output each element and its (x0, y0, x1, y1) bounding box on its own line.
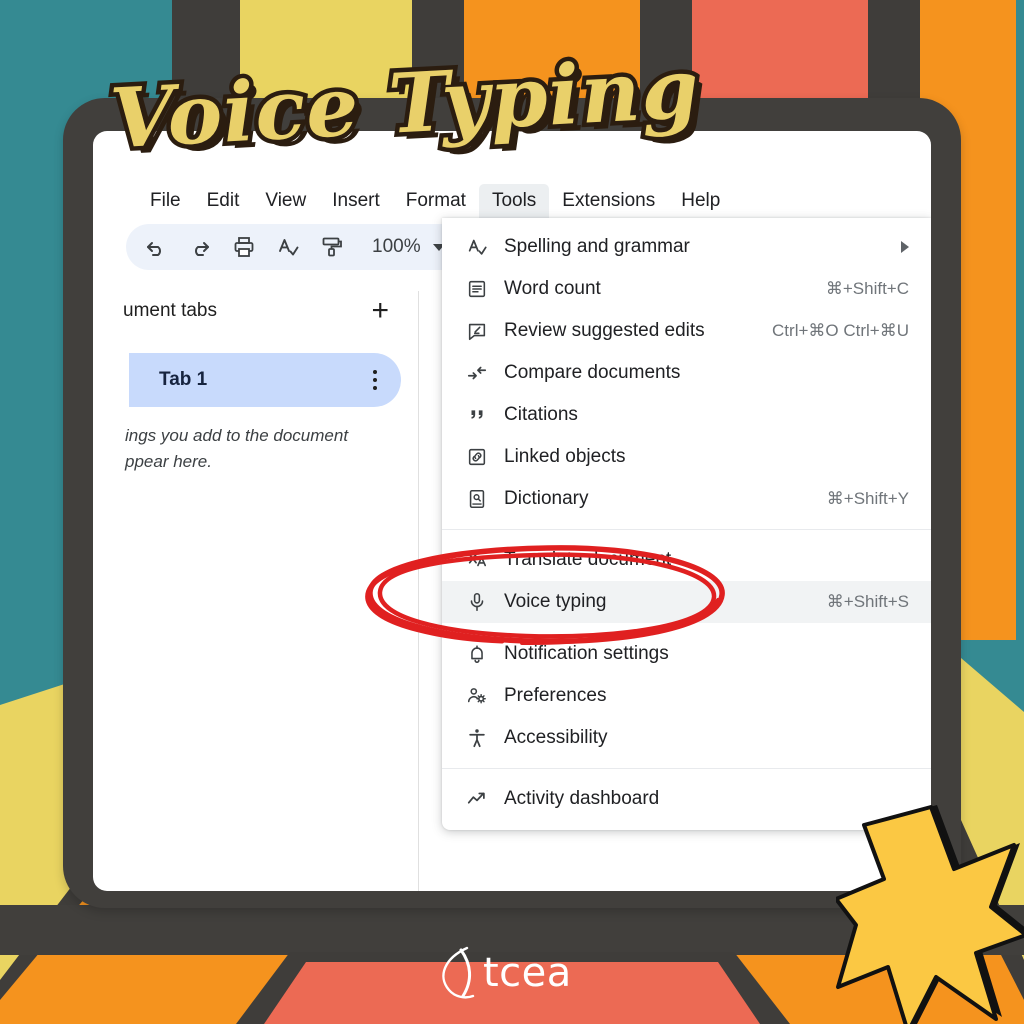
paint-format-icon (322, 237, 342, 257)
paint-format-button[interactable] (312, 227, 352, 267)
document-tabs-title: ument tabs (123, 300, 217, 321)
microphone-icon (464, 590, 490, 614)
dictionary-icon (464, 487, 490, 511)
menu-item-label: Linked objects (504, 446, 626, 467)
print-icon (234, 237, 254, 257)
accessibility-icon (464, 726, 490, 750)
menu-bar: File Edit View Insert Format Tools Exten… (93, 181, 733, 218)
citations-icon (464, 403, 490, 427)
menu-item-shortcut: ⌘+Shift+C (825, 279, 909, 298)
menu-file[interactable]: File (137, 184, 194, 218)
add-tab-button[interactable]: + (371, 296, 389, 326)
hint-line-1: ings you add to the document (125, 426, 349, 445)
menu-item-label: Activity dashboard (504, 788, 660, 809)
document-tabs-sidebar: ument tabs + Tab 1 ings you add to the d… (93, 291, 419, 474)
redo-icon (195, 242, 209, 256)
tcea-wordmark: tcea (483, 950, 572, 996)
zoom-value: 100% (372, 236, 421, 257)
menu-item-label: Preferences (504, 685, 607, 706)
menu-view[interactable]: View (252, 184, 319, 218)
sidebar-item-tab-1[interactable]: Tab 1 (129, 353, 401, 407)
translate-icon (464, 548, 490, 572)
menu-format[interactable]: Format (393, 184, 479, 218)
menu-item-linked-objects[interactable]: Linked objects (442, 436, 931, 478)
menu-item-dictionary[interactable]: Dictionary ⌘+Shift+Y (442, 478, 931, 520)
menu-item-review-suggested-edits[interactable]: Review suggested edits Ctrl+⌘O Ctrl+⌘U (442, 310, 931, 352)
bell-icon (464, 642, 490, 666)
review-edits-icon (464, 319, 490, 343)
tcea-logo: tcea (437, 944, 572, 1002)
hint-line-2: ppear here. (125, 451, 212, 471)
menu-item-compare-documents[interactable]: Compare documents (442, 352, 931, 394)
menu-item-word-count[interactable]: Word count ⌘+Shift+C (442, 268, 931, 310)
menu-item-label: Notification settings (504, 643, 669, 664)
tools-dropdown-menu: Spelling and grammar Word count ⌘+Shift+… (442, 218, 931, 830)
spellcheck-button[interactable] (268, 227, 308, 267)
menu-item-spelling-and-grammar[interactable]: Spelling and grammar (442, 226, 931, 268)
menu-item-preferences[interactable]: Preferences (442, 675, 931, 717)
menu-separator (442, 529, 931, 530)
menu-item-voice-typing[interactable]: Voice typing ⌘+Shift+S (442, 581, 931, 623)
menu-item-citations[interactable]: Citations (442, 394, 931, 436)
menu-extensions[interactable]: Extensions (549, 184, 668, 218)
menu-insert[interactable]: Insert (319, 184, 393, 218)
menu-separator (442, 768, 931, 769)
menu-item-label: Citations (504, 404, 578, 425)
menu-item-label: Dictionary (504, 488, 589, 509)
tab-1-label: Tab 1 (159, 369, 208, 390)
starburst-badge (836, 805, 1024, 1024)
word-count-icon (464, 277, 490, 301)
spellcheck-icon (279, 239, 299, 256)
linked-objects-icon (464, 445, 490, 469)
menu-item-label: Review suggested edits (504, 320, 705, 341)
menu-item-shortcut: Ctrl+⌘O Ctrl+⌘U (772, 321, 909, 340)
menu-item-shortcut: ⌘+Shift+S (826, 592, 909, 611)
menu-item-label: Voice typing (504, 591, 607, 612)
menu-item-label: Accessibility (504, 727, 608, 748)
tcea-swoosh-icon (442, 946, 475, 999)
menu-item-label: Word count (504, 278, 601, 299)
chevron-right-icon (901, 241, 909, 253)
menu-item-label: Compare documents (504, 362, 681, 383)
document-editor-screen: File Edit View Insert Format Tools Exten… (93, 131, 931, 891)
menu-item-accessibility[interactable]: Accessibility (442, 717, 931, 759)
preferences-icon (464, 684, 490, 708)
undo-icon (147, 242, 161, 256)
menu-edit[interactable]: Edit (194, 184, 253, 218)
tab-options-icon[interactable] (373, 370, 377, 390)
poster-canvas: File Edit View Insert Format Tools Exten… (0, 0, 1024, 1024)
menu-item-label: Spelling and grammar (504, 236, 690, 257)
undo-button[interactable] (136, 227, 176, 267)
menu-item-translate-document[interactable]: Translate document (442, 539, 931, 581)
menu-tools[interactable]: Tools (478, 184, 550, 218)
print-button[interactable] (224, 227, 264, 267)
document-tabs-hint: ings you add to the document ppear here. (125, 423, 425, 474)
menu-help[interactable]: Help (668, 184, 733, 218)
spellcheck-icon (464, 235, 490, 259)
menu-item-shortcut: ⌘+Shift+Y (826, 489, 909, 508)
activity-dashboard-icon (464, 787, 490, 811)
menu-item-notification-settings[interactable]: Notification settings (442, 633, 931, 675)
redo-button[interactable] (180, 227, 220, 267)
sidebar-divider (418, 291, 419, 891)
compare-documents-icon (464, 361, 490, 385)
menu-item-label: Translate document (504, 549, 672, 570)
document-tabs-header: ument tabs + (123, 291, 419, 331)
zoom-control[interactable]: 100% (364, 229, 453, 265)
